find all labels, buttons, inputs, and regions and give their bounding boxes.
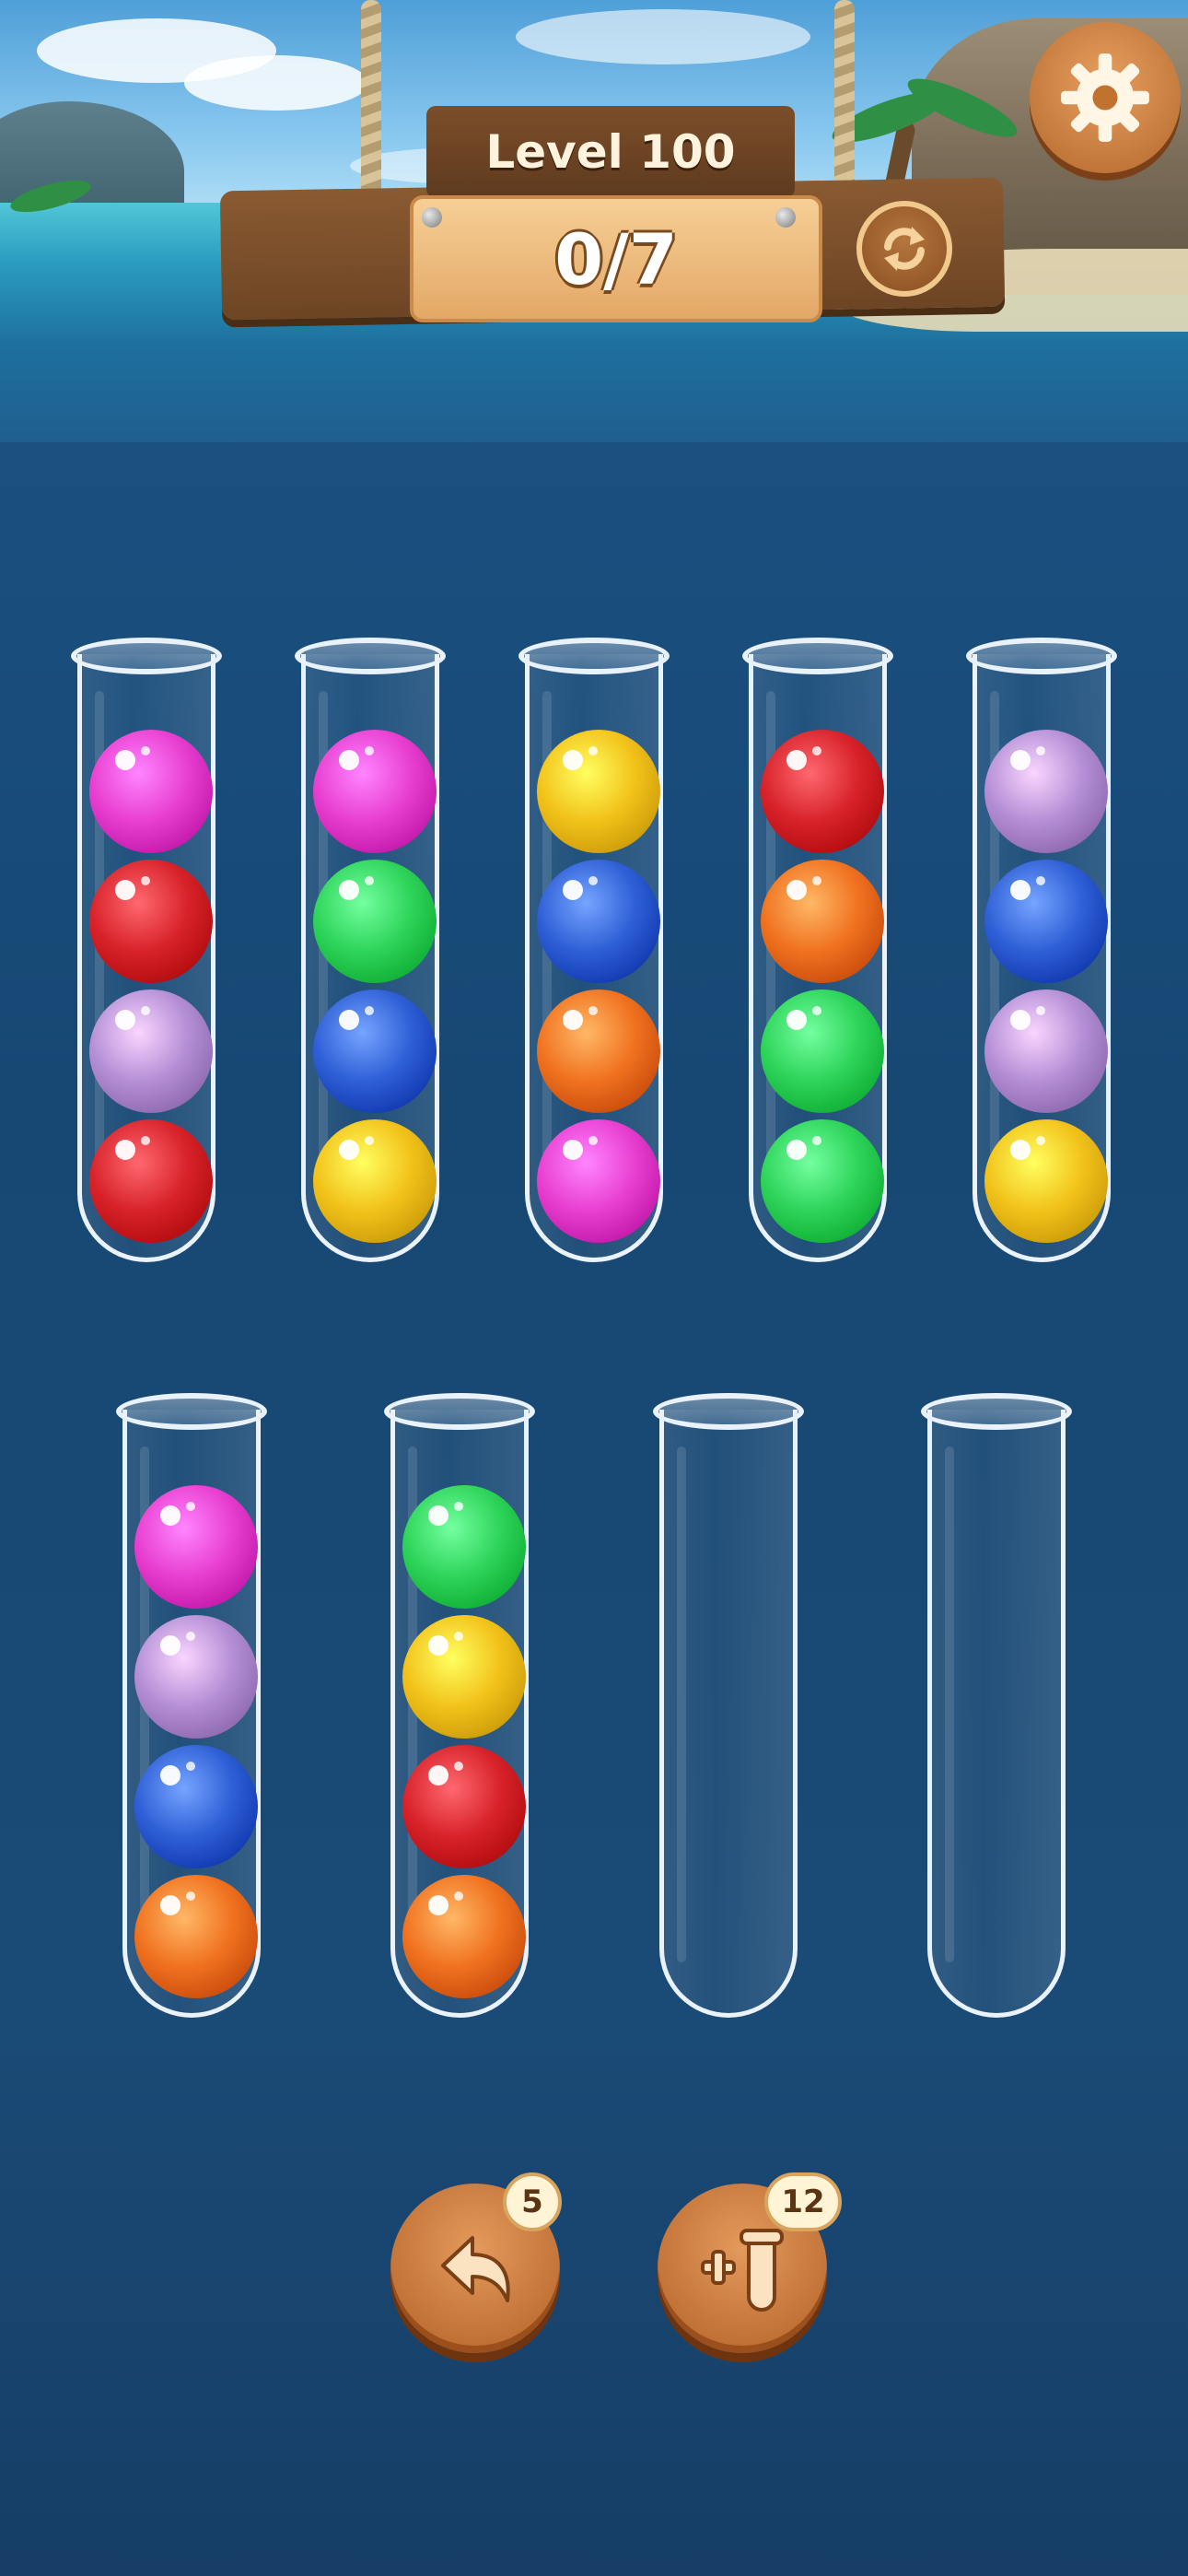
progress-counter: 0/7 <box>554 217 678 300</box>
ball-yellow <box>537 730 660 853</box>
ball-green <box>761 1119 884 1243</box>
hanging-rope <box>834 0 855 203</box>
restart-icon <box>884 227 925 271</box>
tube-9[interactable] <box>921 1393 1072 2018</box>
ball-pink <box>313 730 437 853</box>
add-tube-count-badge: 12 <box>764 2172 842 2231</box>
ball-yellow <box>313 1119 437 1243</box>
tube-2[interactable] <box>295 638 446 1262</box>
ball-blue <box>984 860 1108 983</box>
ball-yellow <box>402 1615 526 1739</box>
tube-7[interactable] <box>384 1393 535 2018</box>
restart-button[interactable] <box>856 201 952 297</box>
ball-pink <box>89 730 213 853</box>
ball-lavender <box>984 989 1108 1113</box>
tube-4[interactable] <box>742 638 893 1262</box>
ball-orange <box>134 1875 258 1998</box>
tube-rim <box>295 638 446 674</box>
progress-plate: 0/7 <box>410 195 822 322</box>
gear-icon <box>1061 53 1149 142</box>
ball-lavender <box>89 989 213 1113</box>
ball-lavender <box>984 730 1108 853</box>
ball-red <box>761 730 884 853</box>
ball-pink <box>537 1119 660 1243</box>
level-label: Level 100 <box>485 125 736 179</box>
tube-3[interactable] <box>518 638 670 1262</box>
ball-red <box>89 1119 213 1243</box>
ball-orange <box>402 1875 526 1998</box>
ball-pink <box>134 1485 258 1609</box>
ball-red <box>89 860 213 983</box>
cloud <box>516 9 810 64</box>
ball-blue <box>537 860 660 983</box>
add-tube-icon <box>701 2229 784 2312</box>
ball-blue <box>134 1745 258 1868</box>
tube-rim <box>921 1393 1072 1430</box>
nail-icon <box>422 207 442 228</box>
nail-icon <box>775 207 796 228</box>
ball-lavender <box>134 1615 258 1739</box>
tube-rim <box>518 638 670 674</box>
tube-rim <box>384 1393 535 1430</box>
tube-shine <box>677 1446 686 1962</box>
ball-green <box>313 860 437 983</box>
settings-button[interactable] <box>1030 22 1181 173</box>
tube-rim <box>653 1393 804 1430</box>
ball-green <box>761 989 884 1113</box>
cloud <box>184 55 368 111</box>
ball-orange <box>537 989 660 1113</box>
undo-count-badge: 5 <box>503 2172 562 2231</box>
tube-6[interactable] <box>116 1393 267 2018</box>
tube-5[interactable] <box>966 638 1117 1262</box>
hanging-rope <box>361 0 381 203</box>
tube-8[interactable] <box>653 1393 804 2018</box>
tube-rim <box>71 638 222 674</box>
tube-rim <box>966 638 1117 674</box>
tube-rim <box>116 1393 267 1430</box>
tube-shine <box>945 1446 954 1962</box>
ball-blue <box>313 989 437 1113</box>
undo-arrow-icon <box>441 2236 510 2302</box>
ball-orange <box>761 860 884 983</box>
tube-rim <box>742 638 893 674</box>
ball-red <box>402 1745 526 1868</box>
level-plank: Level 100 <box>426 106 795 198</box>
tube-1[interactable] <box>71 638 222 1262</box>
ball-yellow <box>984 1119 1108 1243</box>
ball-green <box>402 1485 526 1609</box>
